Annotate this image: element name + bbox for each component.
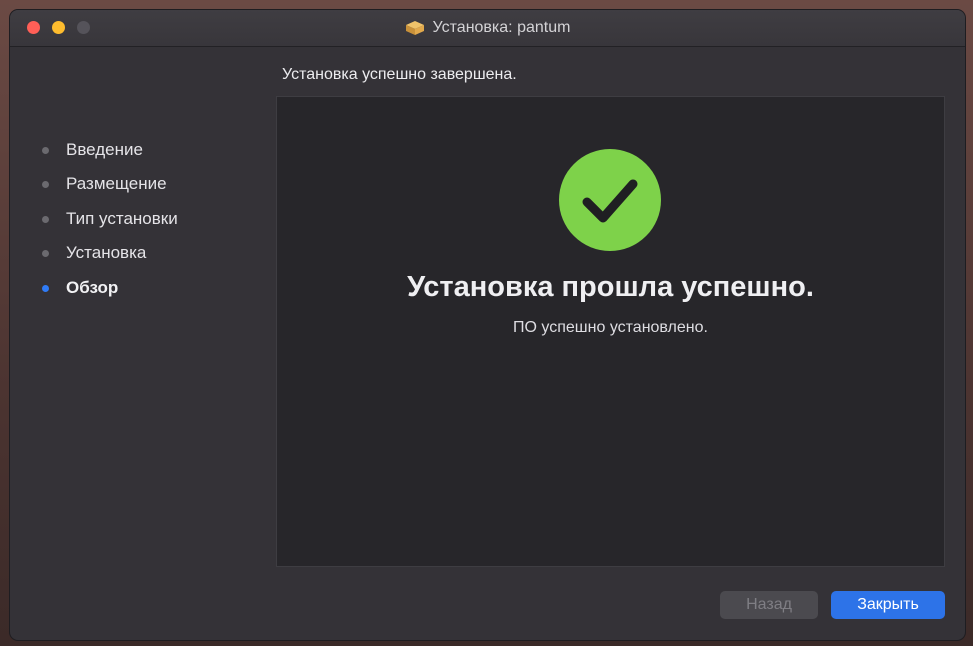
success-title: Установка прошла успешно. (407, 271, 814, 303)
checkmark-icon (559, 149, 661, 251)
window-title: Установка: pantum (432, 19, 571, 36)
step-installation: Установка (38, 241, 146, 265)
title-bar: Установка: pantum (10, 10, 965, 47)
step-indicator-dot (42, 215, 49, 223)
installer-steps-sidebar: Введение Размещение Тип установки Устано… (10, 47, 276, 640)
step-indicator-dot (42, 146, 49, 154)
package-icon (405, 20, 425, 36)
step-destination: Размещение (38, 172, 167, 196)
close-button[interactable]: Закрыть (831, 591, 945, 619)
content-panel: Установка прошла успешно. ПО успешно уст… (276, 96, 945, 567)
step-summary: Обзор (38, 276, 118, 300)
step-indicator-dot-active (42, 284, 49, 292)
installer-window: Установка: pantum Введение Размещение Ти… (10, 10, 965, 640)
page-heading: Установка успешно завершена. (282, 66, 517, 83)
step-label: Установка (66, 243, 147, 262)
step-indicator-dot (42, 249, 49, 257)
step-label: Обзор (66, 278, 119, 297)
success-subtitle: ПО успешно установлено. (513, 319, 708, 336)
step-indicator-dot (42, 180, 49, 188)
step-label: Введение (66, 140, 143, 159)
step-installation-type: Тип установки (38, 207, 178, 231)
back-button[interactable]: Назад (720, 591, 818, 619)
step-label: Размещение (66, 174, 167, 193)
window-title-group: Установка: pantum (10, 10, 965, 46)
step-label: Тип установки (66, 209, 178, 228)
step-introduction: Введение (38, 138, 143, 162)
